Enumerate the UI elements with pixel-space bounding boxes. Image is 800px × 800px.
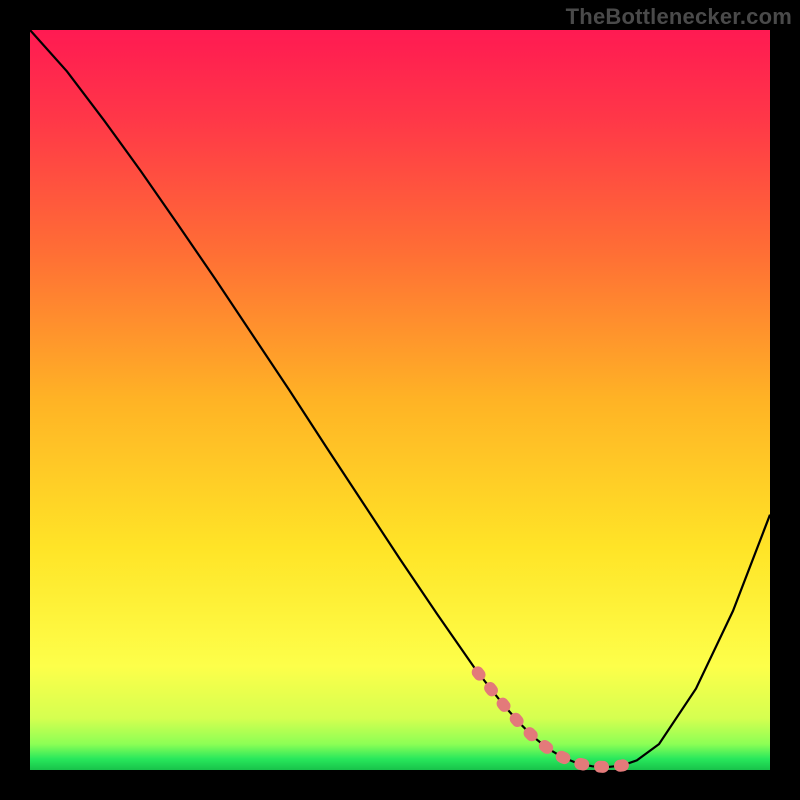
- watermark: TheBottlenecker.com: [566, 4, 792, 30]
- plot-background: [30, 30, 770, 770]
- chart-container: TheBottlenecker.com: [0, 0, 800, 800]
- bottleneck-chart: [0, 0, 800, 800]
